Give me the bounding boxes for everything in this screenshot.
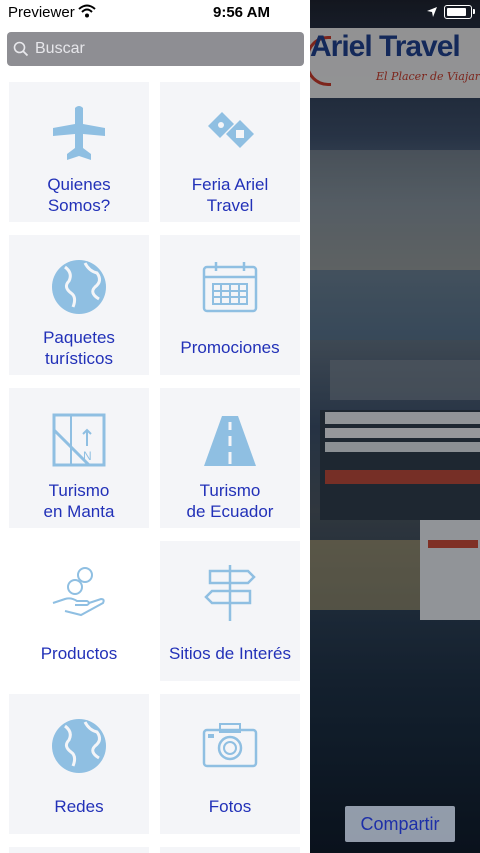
menu-item-label: Redes <box>54 797 104 816</box>
menu-item-redes[interactable]: Redes <box>9 694 149 834</box>
menu-item-label: Fotos <box>208 797 252 816</box>
menu-item-label: Turismo en Manta <box>43 481 115 521</box>
status-bar-right <box>310 0 480 26</box>
carrier-label: Previewer <box>8 4 75 21</box>
road-icon <box>204 416 256 466</box>
svg-text:N: N <box>83 449 92 463</box>
menu-item-feria-ariel-travel[interactable]: Feria Ariel Travel <box>160 82 300 222</box>
clock-time: 9:56 AM <box>213 4 270 21</box>
wifi-icon <box>78 4 96 18</box>
globe-icon <box>52 719 106 773</box>
airplane-icon <box>53 106 105 160</box>
location-arrow-icon <box>427 7 437 17</box>
menu-item-label: Promociones <box>180 338 280 357</box>
search-bar[interactable] <box>7 32 304 66</box>
calendar-icon <box>202 262 258 313</box>
map-icon: N <box>52 413 106 467</box>
menu-item-fotos[interactable]: Fotos <box>160 694 300 834</box>
menu-item-partial[interactable] <box>160 847 300 853</box>
menu-item-quienes-somos[interactable]: Quienes Somos? <box>9 82 149 222</box>
menu-item-paquetes-turisticos[interactable]: Paquetes turísticos <box>9 235 149 375</box>
menu-item-turismo-de-ecuador[interactable]: Turismo de Ecuador <box>160 388 300 528</box>
menu-item-sitios-de-interes[interactable]: Sitios de Interés <box>160 541 300 681</box>
globe-icon <box>52 260 106 314</box>
search-icon <box>13 41 29 57</box>
status-bar: Previewer 9:56 AM <box>0 0 310 26</box>
search-input[interactable] <box>33 39 297 59</box>
menu-item-label: Sitios de Interés <box>169 644 291 663</box>
tickets-icon <box>208 112 254 148</box>
signpost-icon <box>204 565 256 621</box>
menu-item-label: Paquetes turísticos <box>43 328 115 368</box>
menu-item-label: Quienes Somos? <box>47 175 111 215</box>
camera-icon <box>202 723 258 768</box>
menu-item-partial[interactable] <box>9 847 149 853</box>
background-overlay <box>310 0 480 853</box>
hand-coins-icon <box>52 567 105 617</box>
menu-item-label: Productos <box>40 644 118 663</box>
battery-icon <box>444 5 475 19</box>
menu-item-label: Feria Ariel Travel <box>191 175 269 215</box>
menu-item-label: Turismo de Ecuador <box>186 481 274 521</box>
background-photo: Ariel Travel El Placer de Viajar <box>310 0 480 853</box>
share-button[interactable]: Compartir <box>345 806 455 842</box>
menu-item-turismo-en-manta[interactable]: N Turismo en Manta <box>9 388 149 528</box>
menu-item-productos[interactable]: Productos <box>9 541 149 681</box>
menu-item-promociones[interactable]: Promociones <box>160 235 300 375</box>
